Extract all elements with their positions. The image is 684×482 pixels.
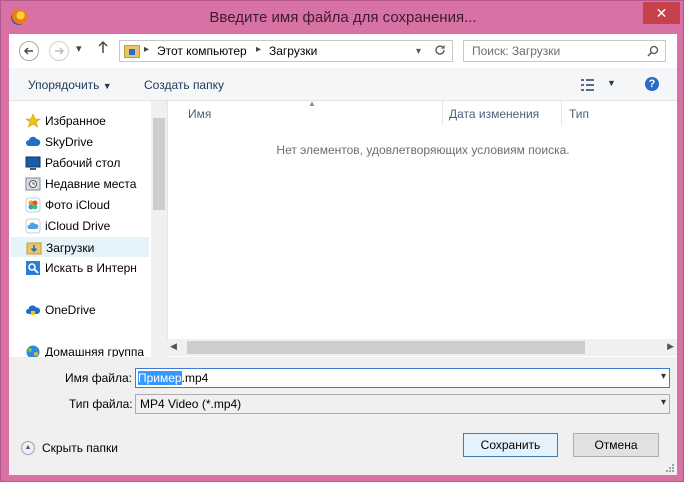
column-header-type[interactable]: Тип xyxy=(569,107,589,121)
onedrive-icon xyxy=(26,305,41,315)
icloud-icon xyxy=(25,218,41,234)
nav-label: OneDrive xyxy=(45,303,96,317)
filetype-select[interactable]: MP4 Video (*.mp4) ▾ xyxy=(135,394,670,414)
breadcrumb-downloads[interactable]: Загрузки xyxy=(269,44,317,58)
refresh-glyph xyxy=(435,45,445,55)
window-title: Введите имя файла для сохранения... xyxy=(209,9,477,26)
downloads-folder-icon xyxy=(26,242,42,255)
forward-arrow-icon xyxy=(55,47,65,55)
star-icon xyxy=(25,113,41,128)
save-form: Имя файла: Пример.mp4 ▾ Тип файла: MP4 V… xyxy=(9,357,677,475)
cloud-icon xyxy=(26,136,41,146)
nav-label: Загрузки xyxy=(46,241,95,255)
horizontal-scrollbar-thumb[interactable] xyxy=(187,341,585,354)
back-button[interactable] xyxy=(19,41,39,61)
empty-list-message: Нет элементов, удовлетворяющих условиям … xyxy=(276,143,570,157)
recent-places-icon xyxy=(25,177,41,191)
file-list: Имя ▲ Дата изменения Тип Нет элементов, … xyxy=(167,99,677,357)
forward-button[interactable] xyxy=(49,41,69,61)
navigation-pane: Избранное SkyDrive Рабочий стол Недавние… xyxy=(9,101,167,357)
column-divider[interactable] xyxy=(561,101,562,125)
nav-label: Фото iCloud xyxy=(45,198,110,212)
breadcrumb-separator: ▸ xyxy=(256,44,262,55)
filetype-label: Тип файла: xyxy=(69,397,133,411)
command-bar: Упорядочить ▼ Создать папку ▼ ? xyxy=(9,68,677,101)
nav-onedrive[interactable]: OneDrive xyxy=(11,300,149,320)
nav-skydrive[interactable]: SkyDrive xyxy=(11,132,149,152)
nav-scrollbar-thumb[interactable] xyxy=(153,118,165,210)
nav-icloud-photos[interactable]: Фото iCloud xyxy=(11,195,149,215)
nav-label: Избранное xyxy=(45,114,106,128)
view-options-icon[interactable] xyxy=(581,79,597,91)
back-arrow-icon xyxy=(23,47,33,55)
nav-label: SkyDrive xyxy=(45,135,94,149)
desktop-icon xyxy=(25,156,41,170)
scroll-left-icon[interactable]: ◀ xyxy=(170,341,177,352)
view-dropdown-icon[interactable]: ▼ xyxy=(607,78,616,88)
up-arrow-icon xyxy=(98,40,108,53)
nav-label: Домашняя группа xyxy=(45,345,145,357)
search-input[interactable]: Поиск: Загрузки xyxy=(463,40,666,62)
nav-label: Искать в Интерн xyxy=(45,261,137,275)
column-header-name[interactable]: Имя xyxy=(188,107,211,121)
close-button[interactable]: ✕ xyxy=(643,2,680,24)
search-web-icon xyxy=(26,261,40,275)
save-button[interactable]: Сохранить xyxy=(463,433,558,457)
up-button[interactable] xyxy=(97,40,109,57)
breadcrumb-separator: ▸ xyxy=(144,44,150,55)
nav-icloud-drive[interactable]: iCloud Drive xyxy=(11,216,149,236)
sort-ascending-icon: ▲ xyxy=(308,99,316,108)
breadcrumb-this-pc[interactable]: Этот компьютер xyxy=(157,44,247,58)
nav-favorites[interactable]: Избранное xyxy=(11,111,149,131)
hide-folders-label: Скрыть папки xyxy=(42,441,118,455)
chevron-up-icon: ▲ xyxy=(21,441,35,455)
nav-recent-places[interactable]: Недавние места xyxy=(11,174,149,194)
dialog-client: ▾ ▸ Этот компьютер ▸ Загрузки ▾ Поиск: З… xyxy=(9,34,677,475)
column-header-date-modified[interactable]: Дата изменения xyxy=(449,107,539,121)
photos-icon xyxy=(25,197,41,213)
nav-homegroup[interactable]: Домашняя группа xyxy=(11,342,149,357)
filename-selected-text: Пример xyxy=(138,371,182,385)
address-row: ▾ ▸ Этот компьютер ▸ Загрузки ▾ Поиск: З… xyxy=(9,34,677,68)
column-divider[interactable] xyxy=(442,101,443,125)
cancel-button[interactable]: Отмена xyxy=(573,433,659,457)
downloads-folder-icon xyxy=(124,45,140,58)
help-icon[interactable]: ? xyxy=(645,77,659,91)
nav-label: iCloud Drive xyxy=(45,219,111,233)
nav-label: Рабочий стол xyxy=(45,156,121,170)
filename-extension-text: .mp4 xyxy=(181,371,209,385)
address-bar[interactable]: ▸ Этот компьютер ▸ Загрузки ▾ xyxy=(119,40,453,62)
chevron-down-icon: ▼ xyxy=(102,81,112,91)
resize-grip-icon[interactable] xyxy=(664,462,674,472)
nav-desktop[interactable]: Рабочий стол xyxy=(11,153,149,173)
save-dialog-window: Введите имя файла для сохранения... ✕ ▾ … xyxy=(0,0,684,482)
nav-search-web[interactable]: Искать в Интерн xyxy=(11,258,149,278)
filename-dropdown-icon[interactable]: ▾ xyxy=(661,371,666,382)
nav-downloads[interactable]: Загрузки xyxy=(11,237,149,257)
search-icon[interactable] xyxy=(647,45,659,57)
filename-input[interactable]: Пример.mp4 ▾ xyxy=(135,368,670,388)
organize-menu[interactable]: Упорядочить ▼ xyxy=(28,78,112,92)
recent-locations-button[interactable]: ▾ xyxy=(76,42,82,55)
refresh-icon[interactable] xyxy=(434,44,446,59)
organize-label: Упорядочить xyxy=(28,78,100,92)
homegroup-icon xyxy=(26,345,40,357)
address-dropdown-icon[interactable]: ▾ xyxy=(416,46,421,57)
search-placeholder: Поиск: Загрузки xyxy=(472,44,561,58)
new-folder-button[interactable]: Создать папку xyxy=(144,78,224,92)
nav-label: Недавние места xyxy=(45,177,137,191)
filetype-dropdown-icon[interactable]: ▾ xyxy=(661,397,666,408)
title-bar[interactable]: Введите имя файла для сохранения... ✕ xyxy=(1,1,684,35)
scroll-right-icon[interactable]: ▶ xyxy=(667,341,674,352)
filename-label: Имя файла: xyxy=(65,371,132,385)
filetype-value: MP4 Video (*.mp4) xyxy=(140,397,242,411)
